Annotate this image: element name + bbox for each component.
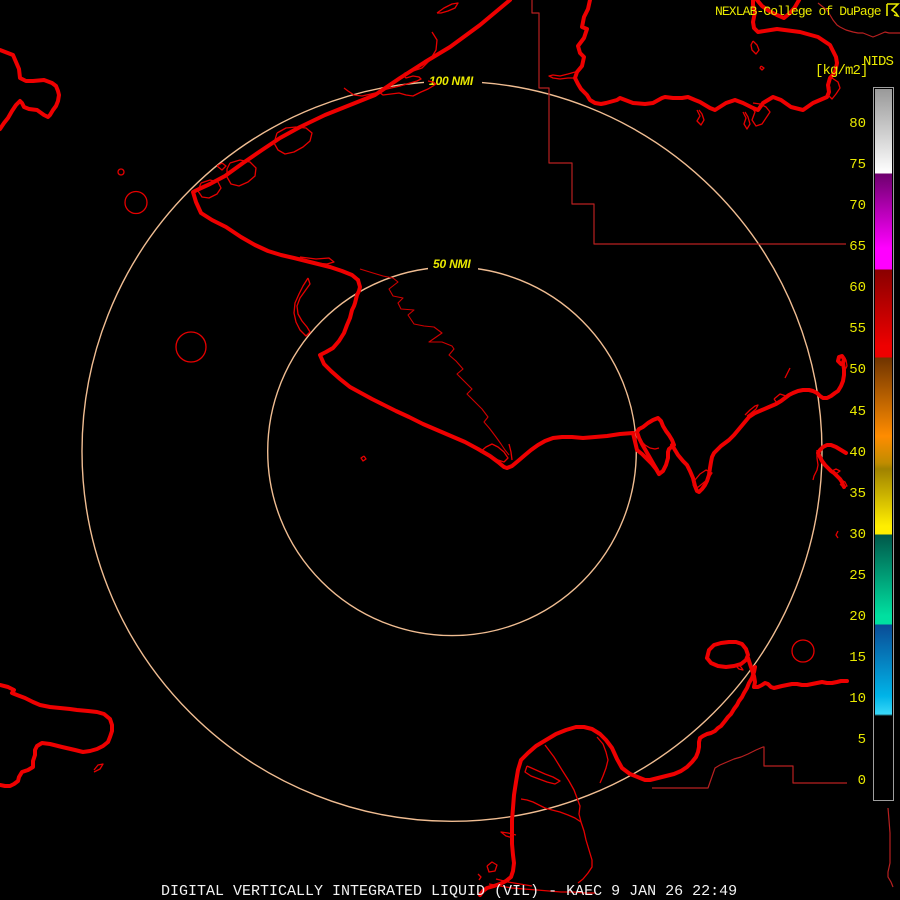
- svg-text:100 NMI: 100 NMI: [429, 74, 474, 88]
- svg-text:50 NMI: 50 NMI: [433, 257, 471, 271]
